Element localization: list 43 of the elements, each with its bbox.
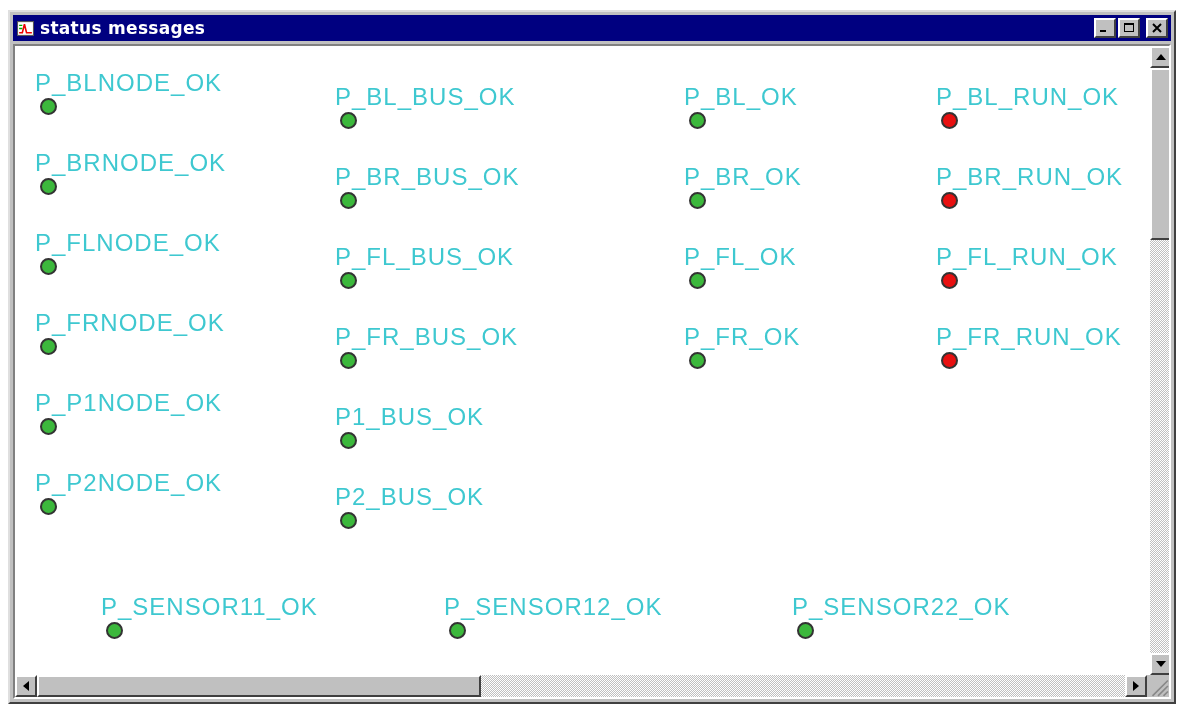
status-label: P_BR_RUN_OK xyxy=(936,164,1124,190)
scroll-thumb[interactable] xyxy=(1150,68,1169,240)
left-arrow-icon xyxy=(23,681,29,691)
scroll-up-button[interactable] xyxy=(1150,46,1169,68)
status-label: P_BR_BUS_OK xyxy=(335,164,520,190)
status-label: P_P1NODE_OK xyxy=(35,390,223,416)
status-label: P1_BUS_OK xyxy=(335,404,485,430)
status-label: P_FRNODE_OK xyxy=(35,310,225,336)
window-title: status messages xyxy=(40,18,206,38)
status-label: P_FR_BUS_OK xyxy=(335,324,519,350)
status-label: P_BL_BUS_OK xyxy=(335,84,516,110)
status-label: P_SENSOR22_OK xyxy=(792,594,1011,620)
status-label: P_BL_RUN_OK xyxy=(936,84,1120,110)
minimize-button[interactable] xyxy=(1094,18,1116,38)
status-label: P_FR_RUN_OK xyxy=(936,324,1122,350)
right-arrow-icon xyxy=(1133,681,1139,691)
scroll-thumb[interactable] xyxy=(37,675,481,697)
status-label: P_FL_RUN_OK xyxy=(936,244,1118,270)
close-icon xyxy=(1151,22,1163,34)
status-label: P_SENSOR12_OK xyxy=(444,594,663,620)
status-label: P2_BUS_OK xyxy=(335,484,485,510)
maximize-button[interactable] xyxy=(1118,18,1140,38)
close-button[interactable] xyxy=(1146,18,1168,38)
status-label: P_BR_OK xyxy=(684,164,802,190)
status-label: P_P2NODE_OK xyxy=(35,470,223,496)
status-label: P_FL_OK xyxy=(684,244,797,270)
scroll-right-button[interactable] xyxy=(1125,675,1147,697)
up-arrow-icon xyxy=(1156,54,1166,60)
status-label: P_SENSOR11_OK xyxy=(101,594,318,620)
status-label: P_FL_BUS_OK xyxy=(335,244,515,270)
status-label: P_BRNODE_OK xyxy=(35,150,227,176)
scroll-left-button[interactable] xyxy=(15,675,37,697)
horizontal-scrollbar[interactable] xyxy=(15,675,1147,697)
vertical-scrollbar[interactable] xyxy=(1150,46,1169,675)
status-label: P_FR_OK xyxy=(684,324,801,350)
status-label: P_FLNODE_OK xyxy=(35,230,221,256)
chart-icon xyxy=(17,20,34,36)
maximize-icon xyxy=(1123,22,1135,34)
scroll-down-button[interactable] xyxy=(1150,653,1169,675)
status-label: P_BL_OK xyxy=(684,84,798,110)
minimize-icon xyxy=(1100,30,1106,32)
down-arrow-icon xyxy=(1156,661,1166,667)
status-label: P_BLNODE_OK xyxy=(35,70,223,96)
